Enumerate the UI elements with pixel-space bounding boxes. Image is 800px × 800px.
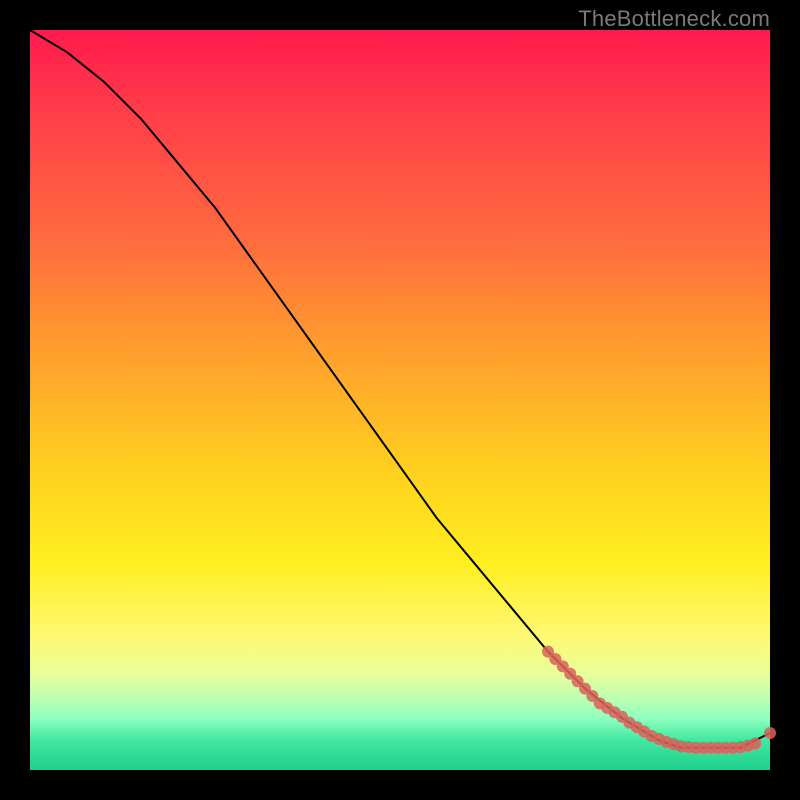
plot-area [30, 30, 770, 770]
curve-path [30, 30, 770, 748]
chart-frame: TheBottleneck.com [0, 0, 800, 800]
chart-overlay [30, 30, 770, 770]
data-point [749, 737, 761, 749]
attribution-text: TheBottleneck.com [578, 6, 770, 32]
data-point [764, 727, 776, 739]
